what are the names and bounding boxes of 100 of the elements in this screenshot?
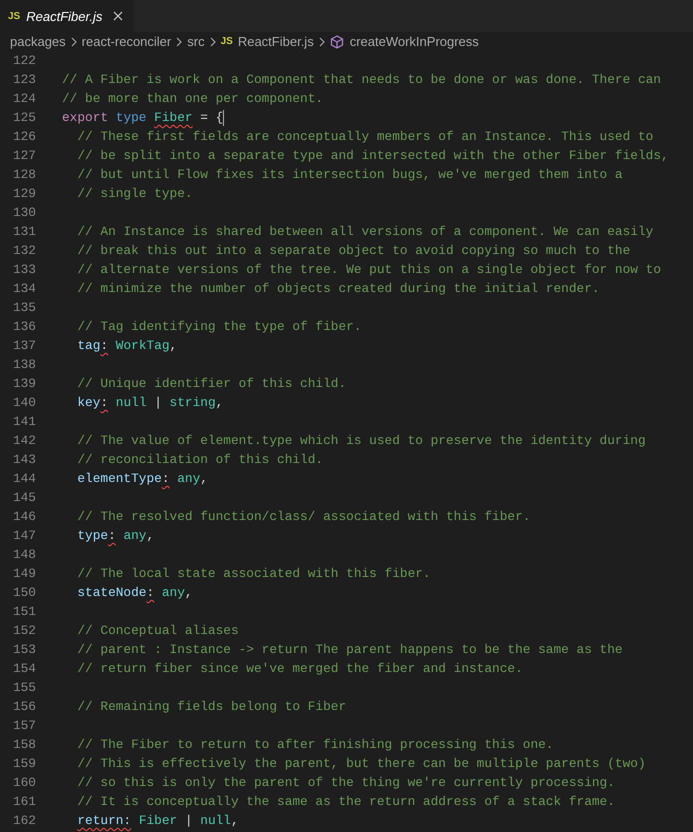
code-comment: // reconciliation of this child. <box>77 451 324 469</box>
breadcrumb-item[interactable]: src <box>187 34 205 49</box>
line-number: 133 <box>12 261 36 279</box>
js-file-icon: JS <box>8 10 20 22</box>
code-comment: // Tag identifying the type of fiber. <box>77 318 362 336</box>
code-comment: // alternate versions of the tree. We put this on a single object for now to <box>77 261 661 279</box>
code-keyword: type <box>116 109 148 127</box>
line-number: 125 <box>12 109 36 127</box>
line-number: 131 <box>12 223 36 241</box>
code-comment: // The Fiber to return to after finishing processing this one. <box>77 736 554 754</box>
tab-label: ReactFiber.js <box>26 8 102 24</box>
line-number: 162 <box>12 812 36 830</box>
line-number: 138 <box>12 356 36 374</box>
code-comment: // Conceptual aliases <box>77 622 239 640</box>
code-comment: // The value of element.type which is used to preserve the identity during <box>77 432 646 450</box>
line-number: 145 <box>12 489 36 507</box>
code-comment: // These first fields are conceptually members of an Instance. This used to <box>77 128 654 146</box>
code-comment: // A Fiber is work on a Component that needs to be done or was done. There can <box>62 71 661 89</box>
line-number: 143 <box>12 451 36 469</box>
code-property: key <box>77 394 100 412</box>
line-number: 137 <box>12 337 36 355</box>
code-comment: // single type. <box>77 185 193 203</box>
code-punctuation: , <box>216 394 224 412</box>
code-punctuation: , <box>170 337 178 355</box>
code-punctuation: | <box>154 394 163 412</box>
code-punctuation: , <box>146 527 154 545</box>
code-punctuation: , <box>230 812 239 830</box>
line-number: 132 <box>12 242 36 260</box>
line-number: 148 <box>12 546 36 564</box>
code-punctuation: : <box>162 470 170 488</box>
breadcrumb-item[interactable]: packages <box>10 34 66 49</box>
code-comment: // This is effectively the parent, but there can be multiple parents (two) <box>77 755 646 773</box>
cube-icon <box>330 34 344 48</box>
line-number: 124 <box>12 90 36 108</box>
code-punctuation: : <box>100 337 108 355</box>
chevron-icon <box>175 36 184 46</box>
code-property: elementType <box>77 470 162 488</box>
code-comment: // An Instance is shared between all versions of a component. We can easily <box>77 223 654 241</box>
line-number: 126 <box>12 128 36 146</box>
js-file-icon: JS <box>220 36 233 47</box>
code-punctuation: = { <box>200 109 224 127</box>
line-number: 153 <box>12 641 36 659</box>
code-punctuation: : <box>146 584 154 602</box>
line-number: 158 <box>12 736 36 754</box>
line-number: 134 <box>12 280 36 298</box>
line-number: 142 <box>12 432 36 450</box>
code-type: WorkTag <box>116 337 170 355</box>
code-comment: // It is conceptually the same as the return address of a stack frame. <box>77 793 615 811</box>
line-number: 122 <box>12 52 36 70</box>
code-comment: // Remaining fields belong to Fiber <box>77 698 346 716</box>
code-comment: // parent : Instance -> return The parent happens to be the same as the <box>77 641 623 659</box>
breadcrumb-item[interactable]: ReactFiber.js <box>238 34 314 49</box>
line-number: 135 <box>12 299 36 317</box>
code-type: any <box>123 527 146 545</box>
code-type: string <box>170 394 216 412</box>
breadcrumb-item[interactable]: createWorkInProgress <box>350 34 479 49</box>
line-number: 136 <box>12 318 36 336</box>
code-comment: // be more than one per component. <box>62 90 324 108</box>
code-comment: // The resolved function/class/ associated with this fiber. <box>77 508 530 526</box>
line-number: 139 <box>12 375 36 393</box>
line-number: 160 <box>12 774 36 792</box>
chevron-icon <box>318 36 326 46</box>
code-comment: // but until Flow fixes its intersection bugs, we've merged them into a <box>77 166 623 184</box>
line-number: 159 <box>12 755 36 773</box>
chevron-icon <box>70 36 78 46</box>
code-type: any <box>177 470 200 488</box>
code-property: return: <box>77 812 132 830</box>
breadcrumb-item[interactable]: react-reconciler <box>82 34 172 49</box>
code-comment: // The local state associated with this fiber. <box>77 565 431 583</box>
close-icon[interactable] <box>112 10 124 22</box>
line-number: 140 <box>12 394 36 412</box>
line-number: 144 <box>12 470 36 488</box>
code-type: null <box>116 394 146 412</box>
code-comment: // break this out into a separate object to avoid copying so much to the <box>77 242 630 260</box>
line-number: 147 <box>12 527 36 545</box>
code-comment: // return fiber since we've merged the fiber and instance. <box>77 660 523 678</box>
line-number: 127 <box>12 147 36 165</box>
code-comment: // minimize the number of objects created during the initial render. <box>77 280 600 298</box>
line-number: 130 <box>12 204 36 222</box>
line-number: 129 <box>12 185 36 203</box>
code-type: Fiber <box>138 812 178 830</box>
code-type: Fiber <box>154 109 193 127</box>
code-punctuation: : <box>108 527 116 545</box>
line-number: 154 <box>12 660 36 678</box>
code-type: null <box>200 812 231 830</box>
code-property: stateNode <box>77 584 146 602</box>
line-number: 150 <box>12 584 36 602</box>
chevron-icon <box>208 36 217 46</box>
code-punctuation: , <box>200 470 208 488</box>
code-punctuation: | <box>184 812 194 830</box>
line-number: 152 <box>12 622 36 640</box>
code-comment: // so this is only the parent of the thing we're currently processing. <box>77 774 615 792</box>
editor-tab[interactable]: JS ReactFiber.js <box>0 0 134 32</box>
line-number: 157 <box>12 717 36 735</box>
code-type: any <box>162 584 185 602</box>
code-comment: // Unique identifier of this child. <box>77 375 346 393</box>
code-keyword: export <box>62 109 110 127</box>
line-number: 123 <box>12 71 36 89</box>
line-number: 146 <box>12 508 36 526</box>
line-number: 155 <box>12 679 36 697</box>
